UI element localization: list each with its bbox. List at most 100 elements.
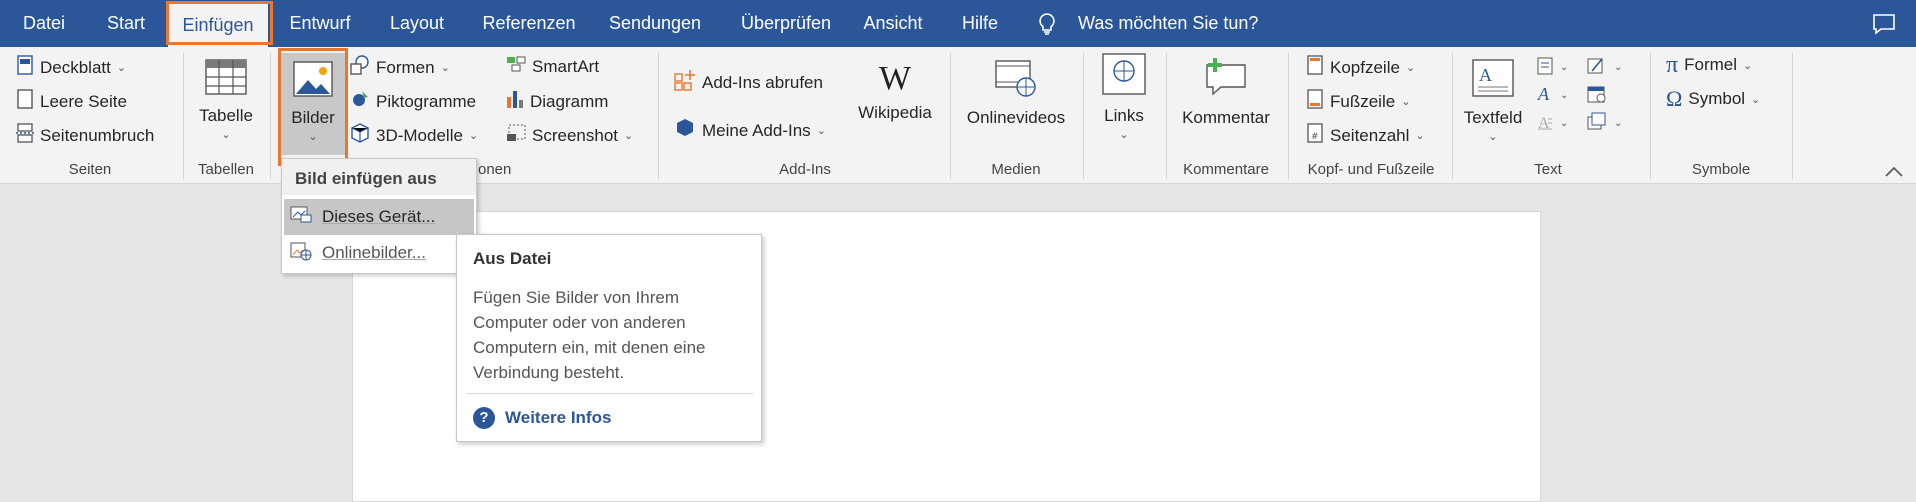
links-button[interactable]: Links ⌄	[1096, 53, 1152, 141]
lightbulb-icon	[1036, 12, 1058, 41]
menu-item-label: Dieses Gerät...	[322, 207, 436, 226]
menu-item-dieses-geraet[interactable]: Dieses Gerät...	[284, 199, 474, 235]
3d-modelle-label: 3D-Modelle	[376, 125, 463, 145]
ribbon-tab-bar: Datei Start Einfügen Entwurf Layout Refe…	[0, 0, 1916, 47]
header-icon	[1306, 55, 1324, 80]
smartart-label: SmartArt	[532, 56, 600, 76]
meine-add-ins-button[interactable]: Meine Add-Ins ⌄	[674, 117, 826, 144]
add-ins-abrufen-button[interactable]: Add-Ins abrufen	[674, 69, 823, 96]
formen-button[interactable]: Formen ⌄	[350, 55, 450, 80]
my-add-ins-icon	[674, 117, 696, 144]
svg-text:#: #	[1311, 132, 1319, 142]
kommentar-label: Kommentar	[1182, 108, 1270, 127]
diagramm-label: Diagramm	[530, 91, 609, 111]
omega-icon: Ω	[1666, 86, 1683, 111]
seitenumbruch-button[interactable]: Seitenumbruch	[16, 123, 154, 148]
tab-entwurf[interactable]: Entwurf	[282, 0, 358, 47]
tabelle-button[interactable]: Tabelle ⌄	[194, 59, 258, 141]
date-time-icon[interactable]	[1586, 83, 1608, 110]
svg-text:⌄: ⌄	[1614, 62, 1622, 73]
piktogramme-label: Piktogramme	[376, 91, 477, 111]
group-label-kommentare: Kommentare	[1183, 161, 1269, 178]
group-label-seiten: Seiten	[68, 161, 112, 178]
fusszeile-button[interactable]: Fußzeile ⌄	[1306, 89, 1410, 114]
leere-seite-label: Leere Seite	[40, 91, 127, 111]
tab-hilfe[interactable]: Hilfe	[956, 0, 1004, 47]
tab-ueberpruefen[interactable]: Überprüfen	[732, 0, 840, 47]
tell-me-search[interactable]: Was möchten Sie tun?	[1078, 0, 1258, 47]
tooltip-body: Fügen Sie Bilder von Ihrem Computer oder…	[473, 288, 706, 382]
smartart-button[interactable]: SmartArt	[506, 55, 599, 78]
text-box-icon: A	[1460, 59, 1526, 102]
drop-cap-icon[interactable]: A ⌄	[1536, 111, 1576, 138]
tab-sendungen[interactable]: Sendungen	[602, 0, 708, 47]
kopfzeile-button[interactable]: Kopfzeile ⌄	[1306, 55, 1415, 80]
page-break-icon	[16, 123, 34, 148]
group-separator	[1452, 53, 1453, 179]
group-separator	[1792, 53, 1793, 179]
wordart-icon[interactable]: A ⌄	[1536, 83, 1576, 110]
kopfzeile-label: Kopfzeile	[1330, 57, 1400, 77]
pi-icon: π	[1666, 52, 1679, 78]
screenshot-button[interactable]: Screenshot ⌄	[506, 123, 633, 148]
weitere-infos-label: Weitere Infos	[505, 408, 612, 427]
device-icon	[290, 205, 312, 230]
onlinevideos-button[interactable]: Onlinevideos	[962, 59, 1070, 128]
link-icon	[1096, 53, 1152, 100]
group-label-symbole: Symbole	[1691, 161, 1751, 178]
bilder-dropdown-menu: Bild einfügen aus Dieses Gerät... Online…	[281, 158, 477, 274]
comment-icon[interactable]	[1872, 13, 1896, 40]
new-comment-icon	[1176, 57, 1276, 102]
deckblatt-button[interactable]: Deckblatt ⌄	[16, 55, 126, 80]
bilder-button[interactable]: Bilder ⌄	[281, 53, 345, 155]
wikipedia-button[interactable]: W Wikipedia	[850, 61, 940, 123]
3d-modelle-button[interactable]: 3D-Modelle ⌄	[350, 123, 478, 148]
group-label-illustrationen: onen	[478, 161, 512, 178]
menu-item-onlinebilder[interactable]: Onlinebilder...	[284, 235, 474, 271]
svg-text:A: A	[1537, 84, 1550, 104]
online-video-icon	[962, 59, 1070, 102]
piktogramme-button[interactable]: Piktogramme	[350, 89, 476, 114]
meine-add-ins-label: Meine Add-Ins	[702, 120, 811, 140]
fusszeile-label: Fußzeile	[1330, 91, 1396, 111]
leere-seite-button[interactable]: Leere Seite	[16, 89, 127, 114]
tab-layout[interactable]: Layout	[382, 0, 452, 47]
tab-start[interactable]: Start	[100, 0, 152, 47]
textfeld-label: Textfeld	[1463, 108, 1523, 127]
formel-button[interactable]: π Formel ⌄	[1666, 52, 1752, 78]
tab-ansicht[interactable]: Ansicht	[860, 0, 926, 47]
textfeld-button[interactable]: A Textfeld ⌄	[1460, 59, 1526, 143]
table-icon	[194, 59, 258, 100]
formel-label: Formel	[1684, 55, 1738, 74]
deckblatt-label: Deckblatt	[40, 57, 111, 77]
seitenzahl-button[interactable]: # Seitenzahl ⌄	[1306, 123, 1425, 148]
dropdown-header: Bild einfügen aus	[282, 159, 476, 195]
links-label: Links	[1104, 106, 1144, 125]
symbol-button[interactable]: Ω Symbol ⌄	[1666, 86, 1760, 111]
onlinevideos-label: Onlinevideos	[966, 108, 1066, 127]
quick-parts-icon[interactable]: ⌄	[1536, 55, 1576, 82]
shapes-icon	[350, 55, 370, 80]
object-icon[interactable]: ⌄	[1586, 111, 1630, 138]
group-label-tabellen: Tabellen	[198, 161, 254, 178]
kommentar-button[interactable]: Kommentar	[1176, 57, 1276, 128]
group-separator	[950, 53, 951, 179]
store-icon	[674, 69, 696, 96]
page-number-icon: #	[1306, 123, 1324, 148]
group-separator	[183, 53, 184, 179]
weitere-infos-link[interactable]: ? Weitere Infos	[473, 407, 611, 429]
svg-text:⌄: ⌄	[1614, 118, 1622, 129]
signature-line-icon[interactable]: ⌄	[1586, 55, 1630, 82]
collapse-ribbon-icon[interactable]	[1884, 163, 1904, 183]
tab-einfuegen[interactable]: Einfügen	[168, 4, 268, 47]
group-separator	[1650, 53, 1651, 179]
symbol-label: Symbol	[1688, 89, 1746, 108]
diagramm-button[interactable]: Diagramm	[506, 89, 608, 114]
tab-referenzen[interactable]: Referenzen	[476, 0, 582, 47]
tooltip-title: Aus Datei	[473, 249, 552, 268]
cover-page-icon	[16, 55, 34, 80]
smartart-icon	[506, 55, 526, 78]
wikipedia-icon: W	[878, 60, 912, 97]
tab-datei[interactable]: Datei	[18, 0, 70, 47]
menu-item-label: Onlinebilder...	[322, 243, 426, 262]
